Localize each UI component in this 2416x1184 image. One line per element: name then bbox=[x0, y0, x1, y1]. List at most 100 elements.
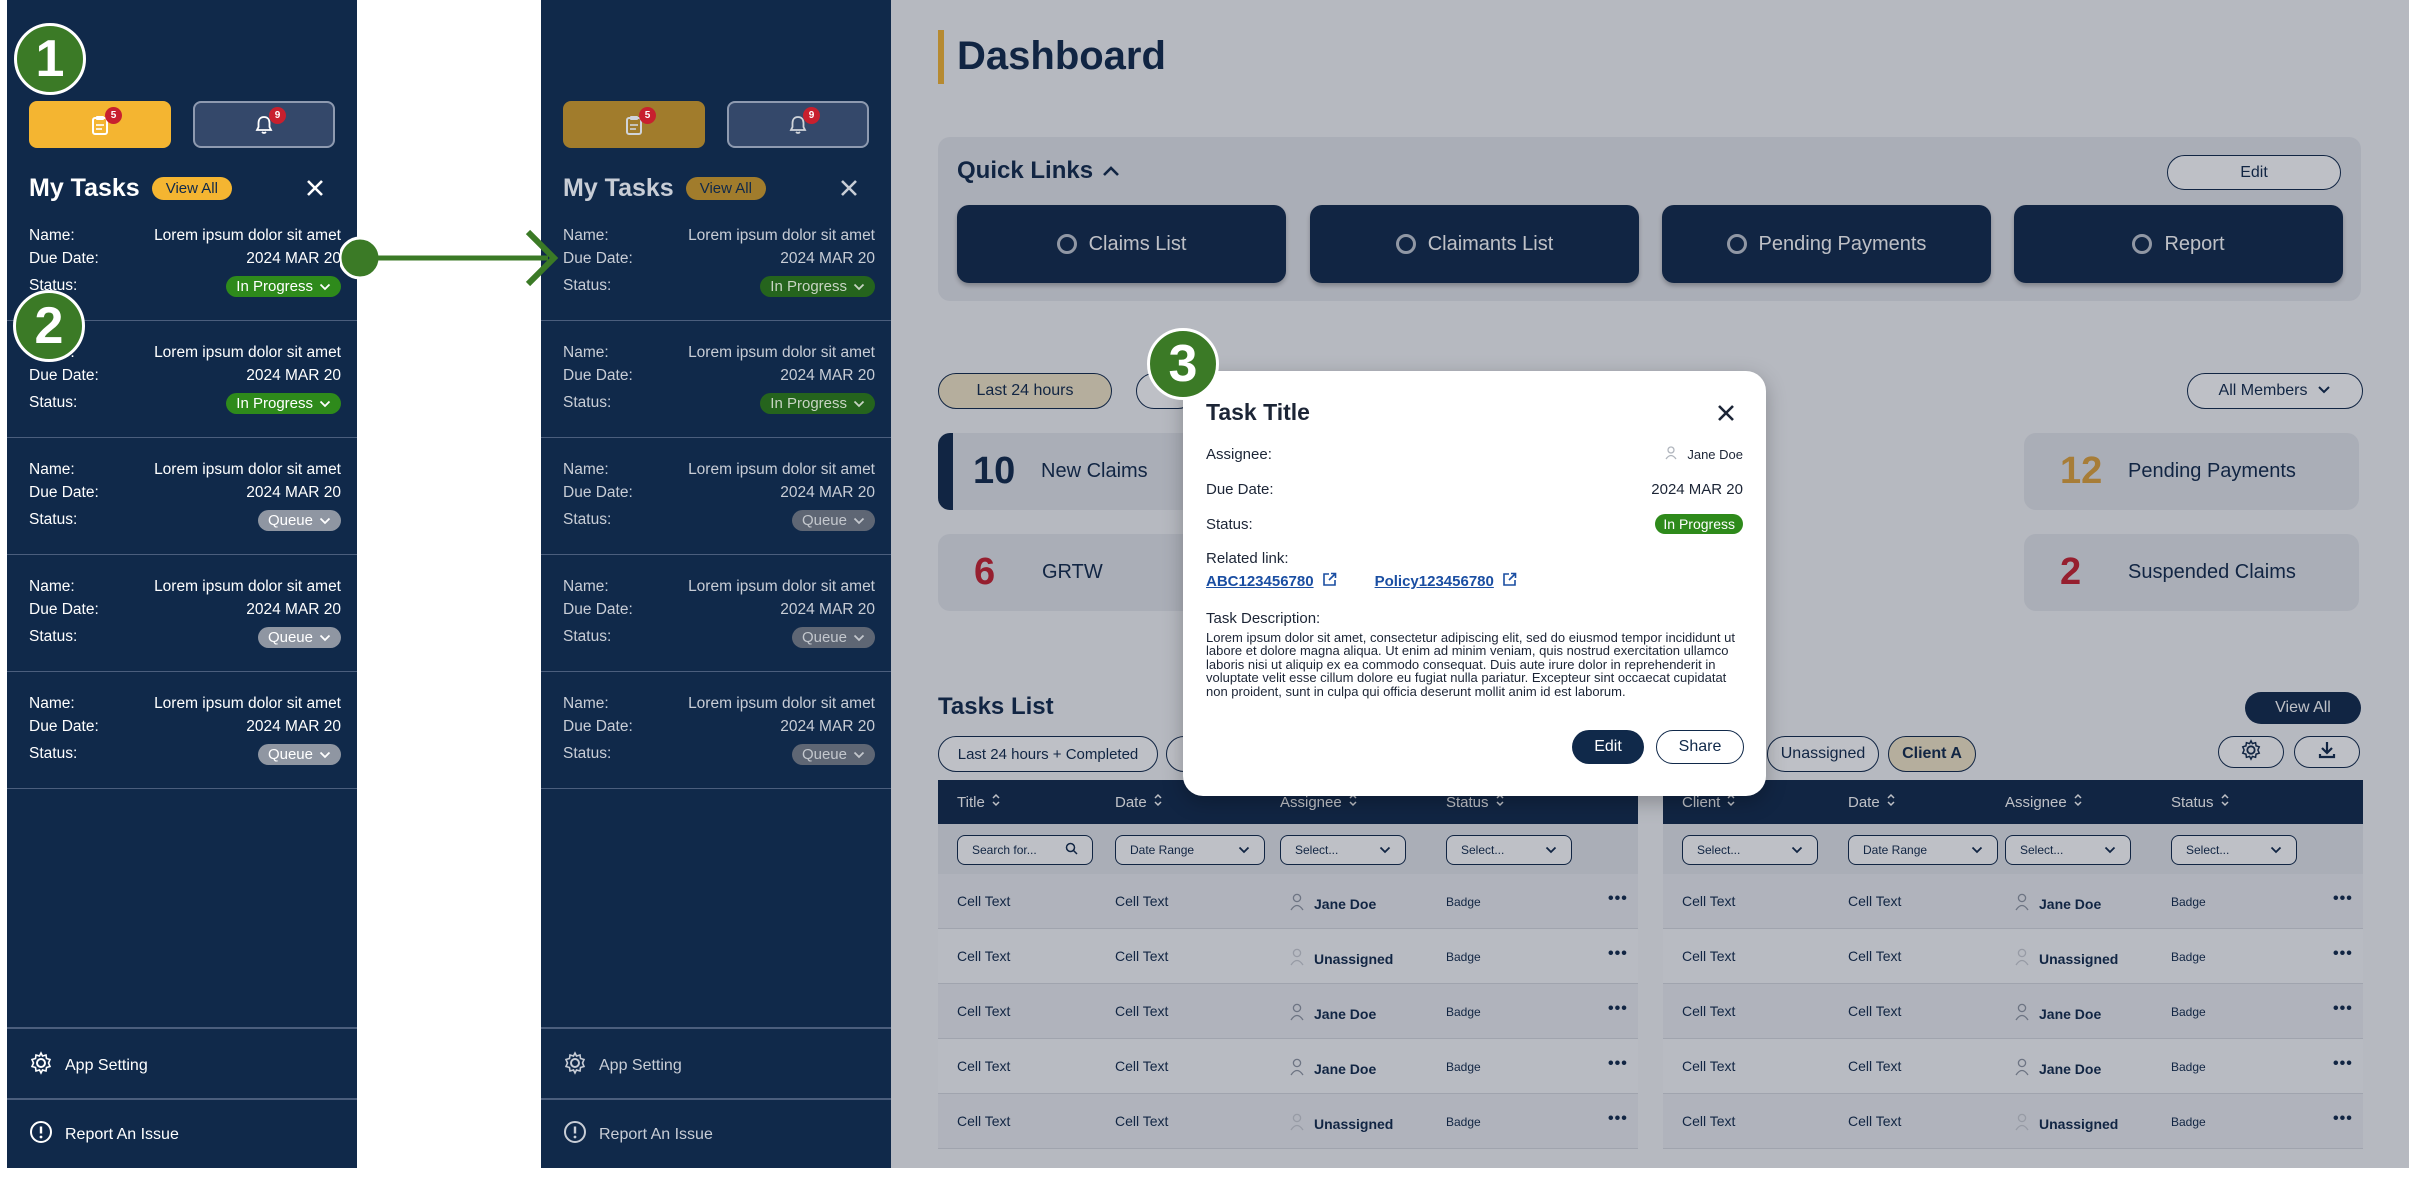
tab-notifications[interactable]: 9 bbox=[727, 101, 869, 148]
divider bbox=[541, 1027, 891, 1029]
sidebar-title: My Tasks bbox=[29, 173, 140, 202]
assignee-name: Jane Doe bbox=[1687, 446, 1743, 462]
notifications-count-badge: 9 bbox=[269, 106, 286, 124]
task-due-value: 2024 MAR 20 bbox=[246, 718, 341, 735]
sidebar-task-item[interactable]: Name:Lorem ipsum dolor sit amet Due Date:… bbox=[541, 205, 891, 321]
related-link-abc[interactable]: ABC123456780 bbox=[1206, 572, 1337, 591]
task-name-label: Name: bbox=[563, 344, 609, 361]
task-due-label: Due Date: bbox=[563, 250, 633, 267]
task-due-label: Due Date: bbox=[563, 601, 633, 618]
task-status-row: Status: Queue bbox=[563, 509, 875, 531]
chevron-down-icon bbox=[319, 395, 331, 412]
close-icon[interactable] bbox=[303, 176, 327, 200]
status-dropdown[interactable]: In Progress bbox=[226, 392, 341, 414]
alert-circle-icon bbox=[563, 1120, 587, 1149]
task-detail-modal: Task Title Assignee: Jane Doe Due Date: … bbox=[1183, 371, 1766, 796]
task-due-row: Due Date: 2024 MAR 20 bbox=[563, 599, 875, 621]
app-setting-label: App Setting bbox=[65, 1056, 148, 1074]
divider bbox=[7, 1098, 357, 1100]
status-dropdown[interactable]: In Progress bbox=[760, 275, 875, 297]
task-name-label: Name: bbox=[29, 578, 75, 595]
task-name-value: Lorem ipsum dolor sit amet bbox=[154, 695, 341, 712]
related-link-policy[interactable]: Policy123456780 bbox=[1375, 572, 1517, 591]
task-due-value: 2024 MAR 20 bbox=[780, 250, 875, 267]
view-all-button[interactable]: View All bbox=[151, 176, 232, 200]
task-name-value: Lorem ipsum dolor sit amet bbox=[154, 461, 341, 478]
sidebar-task-item[interactable]: Name:Lorem ipsum dolor sit ametDue Date:… bbox=[541, 556, 891, 672]
sidebar-task-item[interactable]: Name:Lorem ipsum dolor sit ametDue Date:… bbox=[541, 439, 891, 555]
report-issue-label: Report An Issue bbox=[65, 1125, 179, 1143]
status-dropdown[interactable]: In Progress bbox=[226, 275, 341, 297]
task-name-label: Name: bbox=[29, 227, 75, 244]
task-due-label: Due Date: bbox=[29, 250, 99, 267]
status-dropdown[interactable]: Queue bbox=[257, 626, 341, 648]
task-due-value: 2024 MAR 20 bbox=[780, 484, 875, 501]
due-date-label: Due Date: bbox=[1206, 480, 1274, 498]
status-dropdown[interactable]: Queue bbox=[257, 743, 341, 765]
task-name-label: Name: bbox=[29, 695, 75, 712]
related-link-label: Related link: bbox=[1206, 549, 1289, 567]
chevron-down-icon bbox=[853, 629, 865, 646]
task-due-row: Due Date: 2024 MAR 20 bbox=[563, 482, 875, 504]
view-all-button[interactable]: View All bbox=[685, 176, 766, 200]
status-label: Status: bbox=[1206, 515, 1253, 533]
task-name-row: Name:Lorem ipsum dolor sit amet bbox=[563, 342, 875, 364]
status-text: Queue bbox=[801, 628, 847, 646]
task-description-label: Task Description: bbox=[1206, 609, 1321, 627]
sidebar-tabs: 5 9 bbox=[563, 101, 869, 148]
task-due-row: Due Date: 2024 MAR 20 bbox=[29, 716, 341, 738]
task-name-value: Lorem ipsum dolor sit amet bbox=[154, 578, 341, 595]
task-name-row: Name:Lorem ipsum dolor sit amet bbox=[563, 459, 875, 481]
app-setting-label: App Setting bbox=[599, 1056, 682, 1074]
task-status-row: Status: In Progress bbox=[29, 275, 341, 297]
sidebar-task-item[interactable]: Name:Lorem ipsum dolor sit ametDue Date:… bbox=[541, 673, 891, 789]
chevron-down-icon bbox=[853, 395, 865, 412]
close-icon[interactable] bbox=[837, 176, 861, 200]
status-dropdown[interactable]: Queue bbox=[791, 509, 875, 531]
connector-arrow-icon bbox=[340, 229, 559, 287]
status-dropdown[interactable]: Queue bbox=[791, 626, 875, 648]
task-status-row: Status: In Progress bbox=[563, 392, 875, 414]
sidebar-task-item[interactable]: Name:Lorem ipsum dolor sit ametDue Date:… bbox=[7, 556, 357, 672]
task-status-label: Status: bbox=[563, 628, 612, 645]
tasks-count-badge: 5 bbox=[639, 106, 656, 124]
bell-icon: 9 bbox=[787, 106, 820, 136]
chevron-down-icon bbox=[853, 746, 865, 763]
chevron-down-icon bbox=[319, 512, 331, 529]
sidebar-task-item[interactable]: Name:Lorem ipsum dolor sit ametDue Date:… bbox=[7, 439, 357, 555]
tab-tasks[interactable]: 5 bbox=[29, 101, 171, 148]
tab-notifications[interactable]: 9 bbox=[193, 101, 335, 148]
status-dropdown[interactable]: Queue bbox=[791, 743, 875, 765]
divider bbox=[7, 1027, 357, 1029]
report-issue-label: Report An Issue bbox=[599, 1125, 713, 1143]
modal-share-button[interactable]: Share bbox=[1656, 730, 1744, 764]
due-date-row: Due Date: 2024 MAR 20 bbox=[1206, 478, 1743, 500]
task-name-row: Name:Lorem ipsum dolor sit amet bbox=[563, 225, 875, 247]
report-issue-link[interactable]: Report An Issue bbox=[563, 1120, 713, 1149]
task-due-label: Due Date: bbox=[29, 718, 99, 735]
sidebar-task-item[interactable]: Name:Lorem ipsum dolor sit ametDue Date:… bbox=[541, 322, 891, 438]
task-name-row: Name: Lorem ipsum dolor sit amet bbox=[29, 576, 341, 598]
task-due-value: 2024 MAR 20 bbox=[780, 718, 875, 735]
status-badge: In Progress bbox=[1655, 514, 1743, 534]
tab-tasks[interactable]: 5 bbox=[563, 101, 705, 148]
task-due-value: 2024 MAR 20 bbox=[780, 601, 875, 618]
task-name-row: Name: Lorem ipsum dolor sit amet bbox=[29, 693, 341, 715]
task-status-label: Status: bbox=[29, 394, 78, 411]
status-text: Queue bbox=[267, 628, 313, 646]
report-issue-link[interactable]: Report An Issue bbox=[29, 1120, 179, 1149]
modal-edit-button[interactable]: Edit bbox=[1572, 730, 1644, 764]
task-due-label: Due Date: bbox=[29, 484, 99, 501]
status-row: Status: In Progress bbox=[1206, 513, 1743, 535]
step-marker-2: 2 bbox=[13, 290, 85, 362]
sidebar-task-item[interactable]: Name: Lorem ipsum dolor sit amet Due Date:… bbox=[7, 673, 357, 789]
chevron-down-icon bbox=[853, 278, 865, 295]
sidebar-tabs: 5 9 bbox=[29, 101, 335, 148]
sidebar-title: My Tasks bbox=[563, 173, 674, 202]
status-dropdown[interactable]: Queue bbox=[257, 509, 341, 531]
app-setting-link[interactable]: App Setting bbox=[563, 1051, 682, 1080]
task-status-label: Status: bbox=[29, 511, 78, 528]
status-dropdown[interactable]: In Progress bbox=[760, 392, 875, 414]
app-setting-link[interactable]: App Setting bbox=[29, 1051, 148, 1080]
close-icon[interactable] bbox=[1716, 403, 1736, 423]
